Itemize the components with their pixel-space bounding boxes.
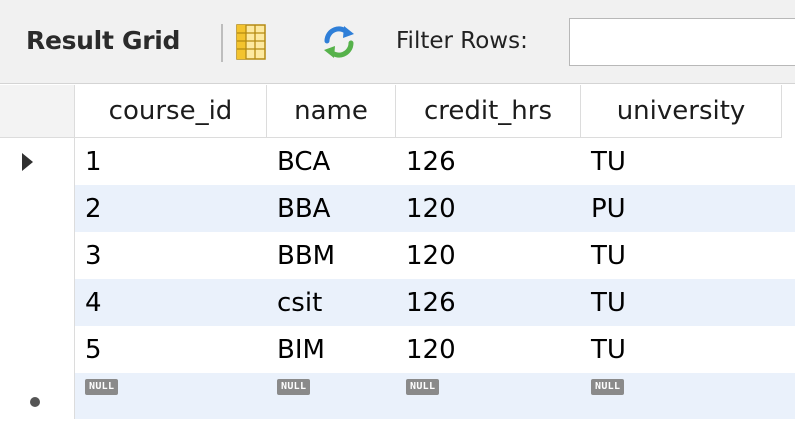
cell-course-id[interactable]: 4: [75, 279, 267, 326]
new-row-icon: [30, 397, 40, 407]
null-badge: NULL: [277, 379, 311, 395]
grid-toggle-icon[interactable]: [236, 24, 266, 60]
cell-name[interactable]: BIM: [267, 326, 396, 373]
row-indicator: [0, 279, 75, 326]
cell-credit-hrs[interactable]: 120: [396, 185, 581, 232]
null-badge: NULL: [591, 379, 625, 395]
cell-course-id[interactable]: 1: [75, 138, 267, 185]
toolbar-separator: [221, 24, 223, 62]
table-row[interactable]: 3 BBM 120 TU: [0, 232, 795, 279]
row-indicator: [0, 138, 75, 185]
current-row-caret-icon: [22, 153, 33, 171]
cell-credit-hrs[interactable]: 126: [396, 279, 581, 326]
column-header-credit-hrs[interactable]: credit_hrs: [396, 85, 581, 138]
cell-university[interactable]: PU: [581, 185, 782, 232]
cell-name[interactable]: csit: [267, 279, 396, 326]
row-indicator: [0, 326, 75, 373]
result-grid-label: Result Grid: [26, 26, 181, 55]
cell-course-id[interactable]: 5: [75, 326, 267, 373]
cell-credit-hrs-null[interactable]: NULL: [396, 373, 581, 419]
refresh-icon[interactable]: [321, 24, 357, 60]
null-badge: NULL: [406, 379, 440, 395]
cell-university[interactable]: TU: [581, 138, 782, 185]
table-row[interactable]: 2 BBA 120 PU: [0, 185, 795, 232]
cell-credit-hrs[interactable]: 120: [396, 232, 581, 279]
cell-university[interactable]: TU: [581, 232, 782, 279]
cell-university-null[interactable]: NULL: [581, 373, 782, 419]
result-grid-toolbar: Result Grid Filter Rows:: [0, 0, 795, 84]
row-indicator-header: [0, 85, 75, 138]
table-row[interactable]: 1 BCA 126 TU: [0, 138, 795, 185]
table-row[interactable]: 5 BIM 120 TU: [0, 326, 795, 373]
cell-course-id[interactable]: 2: [75, 185, 267, 232]
header-row: course_id name credit_hrs university: [0, 85, 795, 138]
cell-university[interactable]: TU: [581, 279, 782, 326]
column-header-course-id[interactable]: course_id: [75, 85, 267, 138]
cell-name[interactable]: BBM: [267, 232, 396, 279]
new-row[interactable]: NULL NULL NULL NULL: [0, 373, 795, 419]
row-indicator: [0, 232, 75, 279]
cell-name[interactable]: BCA: [267, 138, 396, 185]
cell-name-null[interactable]: NULL: [267, 373, 396, 419]
row-indicator: [0, 185, 75, 232]
result-grid: course_id name credit_hrs university 1 B…: [0, 85, 795, 434]
cell-course-id[interactable]: 3: [75, 232, 267, 279]
cell-credit-hrs[interactable]: 126: [396, 138, 581, 185]
cell-university[interactable]: TU: [581, 326, 782, 373]
row-indicator: [0, 373, 75, 419]
cell-course-id-null[interactable]: NULL: [75, 373, 267, 419]
null-badge: NULL: [85, 379, 119, 395]
filter-rows-label: Filter Rows:: [396, 28, 528, 54]
cell-credit-hrs[interactable]: 120: [396, 326, 581, 373]
table-row[interactable]: 4 csit 126 TU: [0, 279, 795, 326]
column-header-university[interactable]: university: [581, 85, 782, 138]
cell-name[interactable]: BBA: [267, 185, 396, 232]
column-header-name[interactable]: name: [267, 85, 396, 138]
filter-rows-input[interactable]: [569, 18, 795, 66]
